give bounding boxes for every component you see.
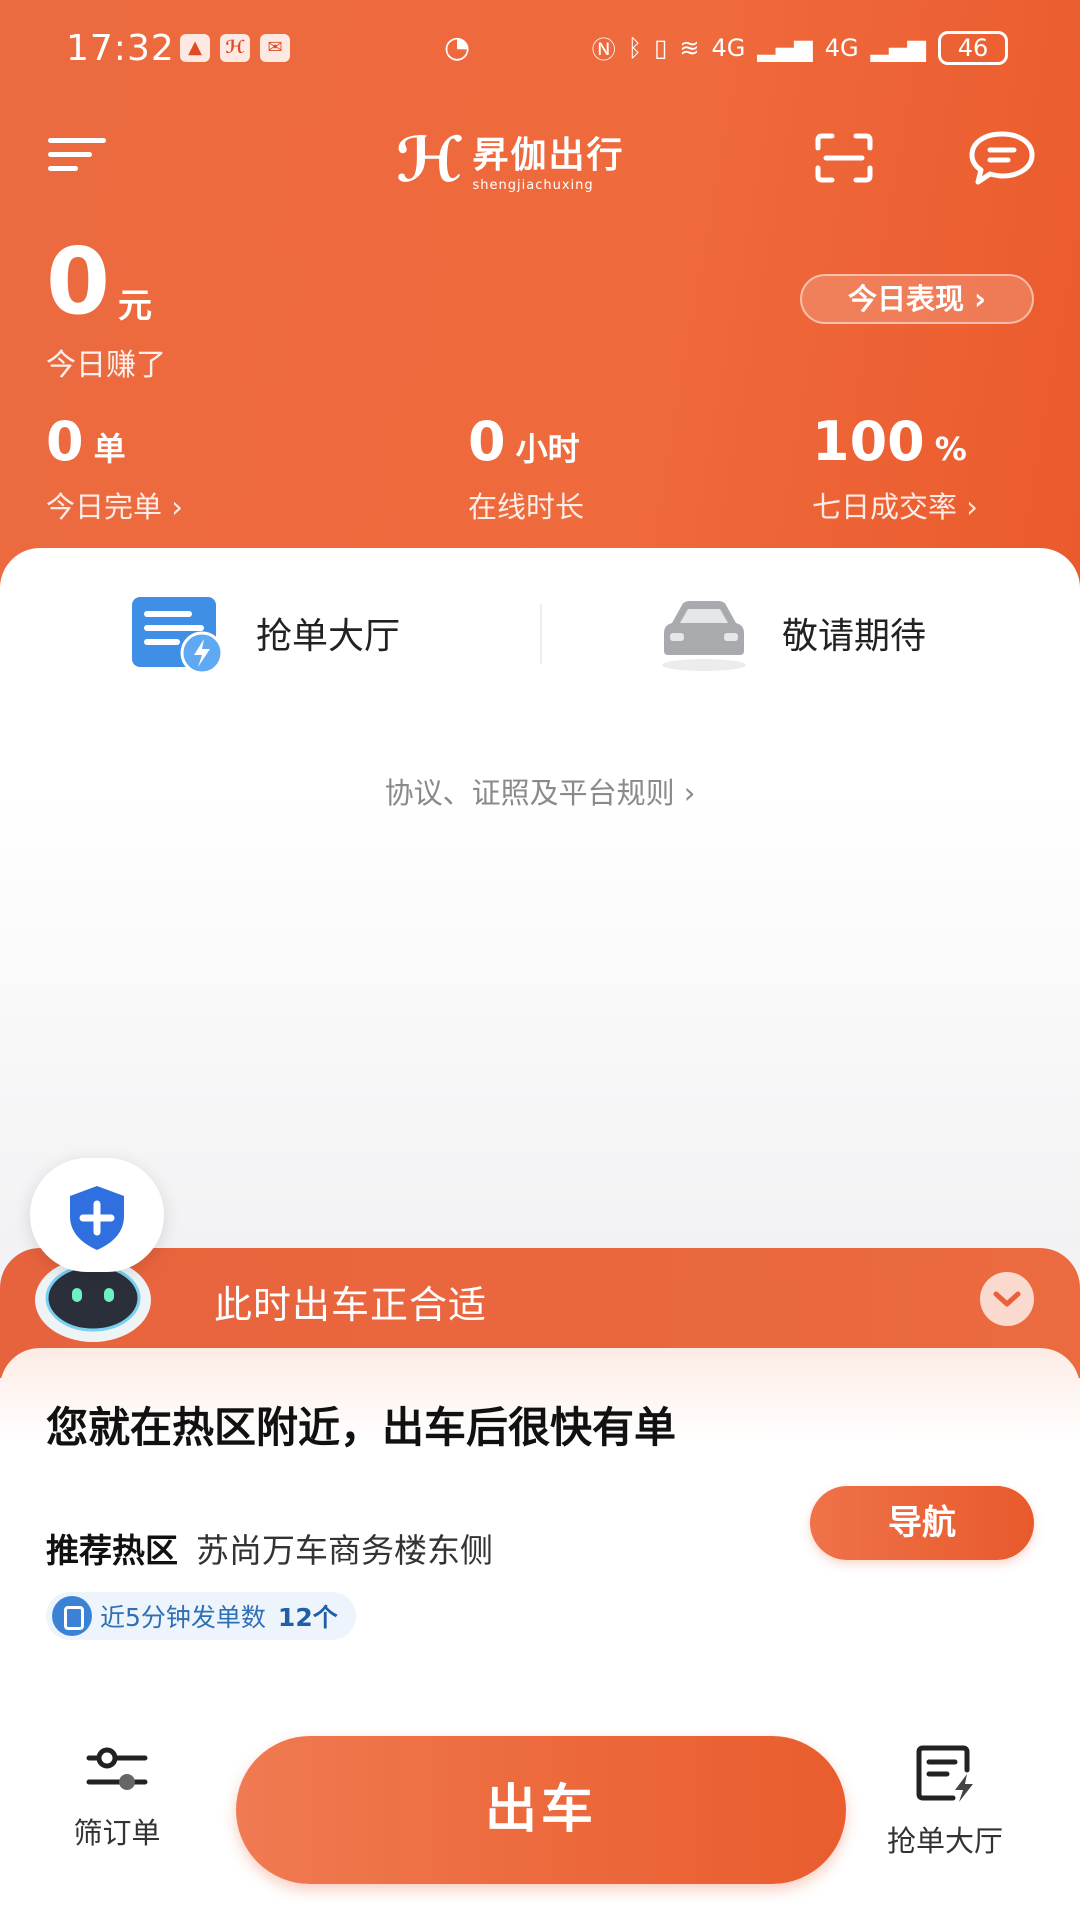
wifi-icon: ≋ bbox=[679, 33, 700, 62]
entry-order-hall[interactable]: 抢单大厅 bbox=[130, 588, 400, 678]
order-count-icon bbox=[52, 1596, 92, 1636]
order-count-badge: 近5分钟发单数 12个 bbox=[46, 1592, 356, 1640]
chevron-down-icon[interactable] bbox=[980, 1272, 1034, 1326]
logo-mark: ℋ bbox=[396, 122, 462, 196]
go-online-button[interactable]: 出车 bbox=[236, 1736, 846, 1884]
shengjia-notification-icon: ℋ bbox=[220, 34, 250, 62]
entry-label: 敬请期待 bbox=[782, 616, 927, 657]
rules-link[interactable]: 协议、证照及平台规则 › bbox=[0, 770, 1080, 812]
vibrate-icon: ▯ bbox=[654, 33, 668, 62]
stat-unit: 单 bbox=[93, 430, 126, 468]
app-notification-icon: ▲ bbox=[180, 34, 210, 62]
stat-completed-orders[interactable]: 0单 今日完单 › bbox=[46, 414, 183, 526]
car-icon bbox=[662, 601, 746, 671]
today-performance-button[interactable]: 今日表现 › bbox=[800, 274, 1034, 324]
stat-unit: % bbox=[934, 430, 967, 468]
badge-text: 近5分钟发单数 bbox=[100, 1603, 266, 1632]
navigate-button[interactable]: 导航 bbox=[810, 1486, 1034, 1560]
scan-icon[interactable] bbox=[814, 132, 874, 184]
stat-unit: 小时 bbox=[515, 430, 580, 468]
stat-label: 今日完单 › bbox=[46, 490, 183, 524]
logo-english-name: shengjiachuxing bbox=[472, 177, 594, 193]
stat-online-hours: 0 小时 在线时长 bbox=[468, 414, 584, 526]
stat-value: 0 bbox=[46, 410, 84, 473]
status-right: Ⓝ ᛒ ▯ ≋ 4G ▂▄▆ 4G ▂▄▆ 46 bbox=[592, 30, 1008, 65]
earnings-label: 今日赚了 bbox=[46, 348, 166, 383]
shield-icon bbox=[70, 1186, 124, 1250]
bluetooth-icon: ᛒ bbox=[627, 33, 643, 62]
hotspot-title: 您就在热区附近，出车后很快有单 bbox=[46, 1403, 677, 1452]
main-card: 抢单大厅 敬请期待 协议、证照及平台规则 › bbox=[0, 548, 1080, 1248]
earnings-amount: 0 bbox=[46, 228, 111, 335]
app-logo: ℋ 昇伽出行 shengjiachuxing bbox=[396, 122, 625, 196]
filter-orders-button[interactable]: 筛订单 bbox=[42, 1744, 192, 1852]
earnings-unit: 元 bbox=[118, 286, 152, 326]
filter-label: 筛订单 bbox=[73, 1816, 161, 1850]
stat-value: 100 bbox=[812, 410, 925, 473]
filter-sliders-icon bbox=[86, 1747, 148, 1790]
nfc-icon: Ⓝ bbox=[591, 36, 616, 64]
safety-center-button[interactable] bbox=[30, 1158, 164, 1272]
battery-indicator: 46 bbox=[938, 30, 1008, 65]
signal-1-icon: ▂▄▆ bbox=[757, 33, 813, 62]
stat-value: 0 bbox=[468, 410, 506, 473]
stat-label: 七日成交率 › bbox=[812, 490, 978, 524]
notification-icons: ▲ ℋ ✉ bbox=[180, 34, 290, 62]
order-hall-bolt-icon bbox=[916, 1745, 973, 1802]
stat-deal-rate[interactable]: 100% 七日成交率 › bbox=[812, 414, 978, 526]
order-hall-icon bbox=[132, 597, 224, 673]
badge-count: 12个 bbox=[277, 1603, 338, 1632]
status-bar: 17:32 ▲ ℋ ✉ ◔ Ⓝ ᛒ ▯ ≋ 4G ▂▄▆ 4G ▂▄▆ 46 bbox=[0, 28, 1080, 72]
hotspot-location: 苏尚万车商务楼东侧 bbox=[196, 1531, 493, 1570]
entry-divider bbox=[540, 604, 542, 664]
hotspot-recommendation: 推荐热区 苏尚万车商务楼东侧 bbox=[46, 1524, 493, 1572]
stat-label: 在线时长 bbox=[468, 490, 585, 524]
hotspot-sub-label: 推荐热区 bbox=[46, 1531, 178, 1570]
signal-1-label: 4G bbox=[711, 33, 746, 62]
speedometer-icon: ◔ bbox=[444, 30, 471, 65]
menu-icon[interactable] bbox=[48, 138, 108, 178]
mail-notification-icon: ✉ bbox=[260, 34, 290, 62]
entry-coming-soon[interactable]: 敬请期待 bbox=[656, 588, 926, 678]
order-hall-label: 抢单大厅 bbox=[886, 1824, 1003, 1858]
logo-chinese-name: 昇伽出行 bbox=[472, 134, 625, 176]
entry-label: 抢单大厅 bbox=[256, 616, 401, 657]
signal-2-icon: ▂▄▆ bbox=[870, 33, 926, 62]
banner-title: 此时出车正合适 bbox=[214, 1283, 488, 1327]
order-hall-tab[interactable]: 抢单大厅 bbox=[870, 1744, 1020, 1860]
status-time: 17:32 bbox=[66, 28, 175, 69]
message-icon[interactable] bbox=[968, 130, 1036, 186]
signal-2-label: 4G bbox=[824, 33, 859, 62]
